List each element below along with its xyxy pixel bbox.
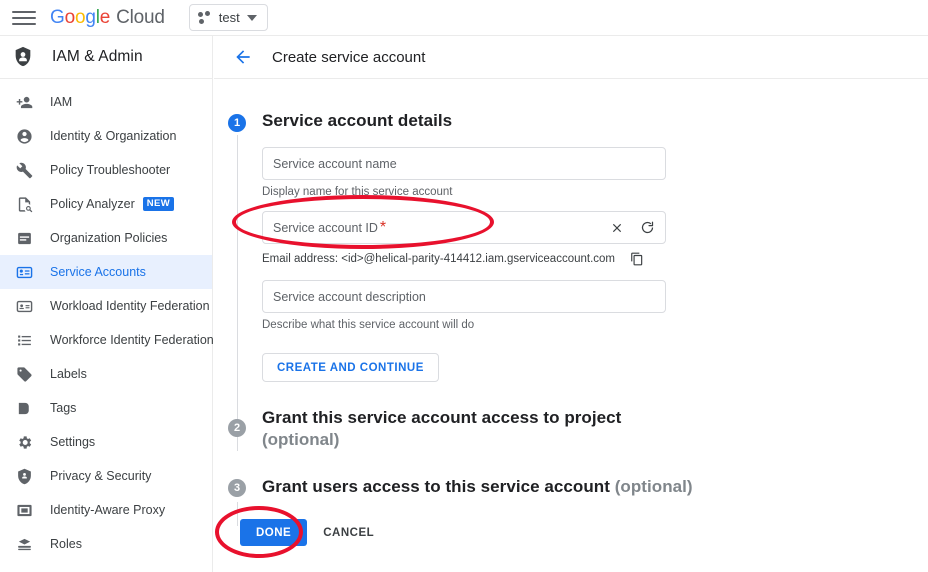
sidebar-item-label: Settings [50,435,95,449]
copy-icon[interactable] [629,251,645,267]
sidebar-item-identity-organization[interactable]: Identity & Organization [0,119,212,153]
step-grant-project-access: 2 Grant this service account access to p… [214,408,928,450]
step-number-badge: 2 [228,419,246,437]
sidebar-item-service-accounts[interactable]: Service Accounts [0,255,212,289]
service-account-description-input[interactable]: Service account description [262,280,666,313]
label-tag-icon [14,364,34,384]
wizard-body: 1 Service account details Service accoun… [214,79,928,546]
step-title-text: Grant users access to this service accou… [262,477,610,496]
sidebar-item-privacy-security[interactable]: Privacy & Security [0,459,212,493]
back-arrow-icon[interactable] [232,46,254,68]
google-cloud-logo: Google Cloud [50,7,165,29]
step-connector-2 [237,502,238,526]
sidebar-item-label: Policy Analyzer [50,197,135,211]
policy-window-icon [14,228,34,248]
wizard-footer: DONE CANCEL [214,519,928,546]
service-account-id-placeholder: Service account ID [273,221,378,235]
step-number-badge: 3 [228,479,246,497]
sidebar: IAM & Admin IAM Identity & Organization [0,36,213,572]
sidebar-item-label: Identity & Organization [50,129,176,143]
chevron-down-icon [247,15,257,21]
service-account-id-group: Service account ID* Email address: <id>@… [262,211,928,267]
sidebar-item-label: Service Accounts [50,265,146,279]
list-icon [14,330,34,350]
sidebar-item-organization-policies[interactable]: Organization Policies [0,221,212,255]
project-dots-icon [198,11,212,25]
service-account-description-placeholder: Service account description [273,290,426,304]
shield-icon [14,466,34,486]
step-subtitle: (optional) [262,430,928,450]
sidebar-item-settings[interactable]: Settings [0,425,212,459]
service-account-email-row: Email address: <id>@helical-parity-41441… [262,251,928,267]
refresh-icon[interactable] [639,220,655,236]
sidebar-item-label: Roles [50,537,82,551]
service-account-name-group: Service account name Display name for th… [262,147,928,198]
service-account-id-actions [609,220,655,236]
sidebar-item-label: Policy Troubleshooter [50,163,170,177]
project-selector[interactable]: test [189,4,268,31]
done-button[interactable]: DONE [240,519,307,546]
iam-shield-person-icon [12,46,34,68]
service-account-email-text: Email address: <id>@helical-parity-41441… [262,253,615,265]
sidebar-item-policy-troubleshooter[interactable]: Policy Troubleshooter [0,153,212,187]
service-account-description-group: Service account description Describe wha… [262,280,928,331]
content-area: Create service account 1 Service account… [214,36,928,572]
step-number-badge: 1 [228,114,246,132]
service-account-name-helper: Display name for this service account [262,186,928,198]
top-bar: Google Cloud test [0,0,928,36]
sidebar-item-label: Privacy & Security [50,469,151,483]
required-marker: * [380,219,386,237]
sidebar-item-identity-aware-proxy[interactable]: Identity-Aware Proxy [0,493,212,527]
gear-icon [14,432,34,452]
document-search-icon [14,194,34,214]
step-grant-users-access: 3 Grant users access to this service acc… [214,477,928,497]
sidebar-item-iam[interactable]: IAM [0,85,212,119]
google-wordmark: Google [50,7,110,29]
step-title: Grant users access to this service accou… [262,477,928,497]
sidebar-item-roles[interactable]: Roles [0,527,212,561]
sidebar-item-label: IAM [50,95,72,109]
sidebar-item-label: Labels [50,367,87,381]
page-title: Create service account [272,49,425,66]
cloud-wordmark: Cloud [116,7,165,29]
step-title: Grant this service account access to pro… [262,408,928,428]
service-account-description-helper: Describe what this service account will … [262,319,928,331]
step-service-account-details: 1 Service account details Service accoun… [214,111,928,382]
hamburger-menu-icon[interactable] [12,8,36,28]
account-circle-icon [14,126,34,146]
content-header: Create service account [214,36,928,79]
cancel-button[interactable]: CANCEL [313,519,384,546]
project-name-label: test [219,10,240,25]
sidebar-item-label: Tags [50,401,76,415]
sidebar-item-label: Identity-Aware Proxy [50,503,165,517]
wrench-icon [14,160,34,180]
sidebar-title: IAM & Admin [52,48,143,66]
sidebar-item-label: Organization Policies [50,231,167,245]
sidebar-item-label: Workload Identity Federation [50,299,210,313]
sidebar-item-workload-identity-federation[interactable]: Workload Identity Federation [0,289,212,323]
person-add-icon [14,92,34,112]
service-account-name-placeholder: Service account name [273,157,397,171]
sidebar-item-policy-analyzer[interactable]: Policy Analyzer NEW [0,187,212,221]
sidebar-item-tags[interactable]: Tags [0,391,212,425]
id-card-icon [14,296,34,316]
proxy-frame-icon [14,500,34,520]
service-account-key-icon [14,262,34,282]
close-x-icon[interactable] [609,220,625,236]
status-badge-new: NEW [143,197,174,211]
step-optional-suffix: (optional) [615,477,693,496]
service-account-id-input[interactable]: Service account ID* [262,211,666,244]
app-root: Google Cloud test IAM & Admin [0,0,928,572]
create-and-continue-button[interactable]: CREATE AND CONTINUE [262,353,439,382]
tag-icon [14,398,34,418]
service-account-name-input[interactable]: Service account name [262,147,666,180]
roles-stack-icon [14,534,34,554]
sidebar-item-workforce-identity-federation[interactable]: Workforce Identity Federation [0,323,212,357]
step-title: Service account details [262,111,928,131]
sidebar-item-label: Workforce Identity Federation [50,333,214,347]
sidebar-header: IAM & Admin [0,36,212,79]
sidebar-item-labels[interactable]: Labels [0,357,212,391]
sidebar-nav: IAM Identity & Organization Policy Troub… [0,79,212,561]
